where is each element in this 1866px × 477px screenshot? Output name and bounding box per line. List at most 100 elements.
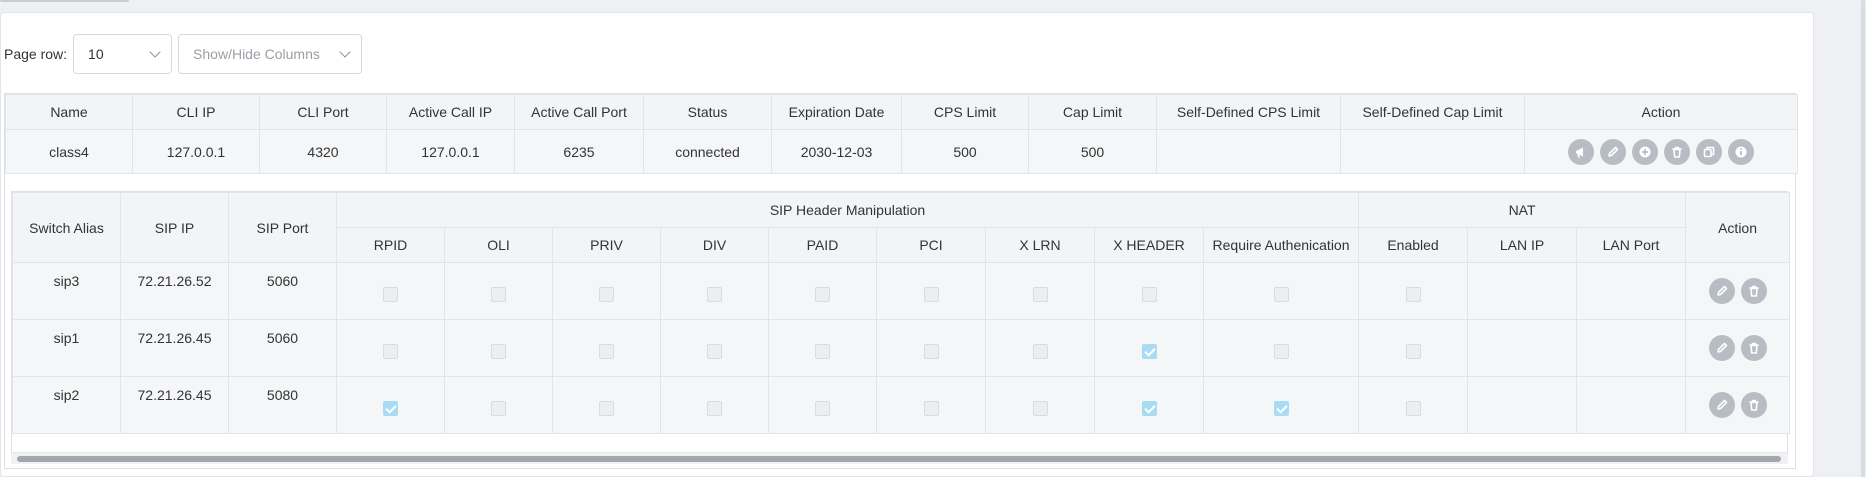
- page-row-select[interactable]: 10: [73, 34, 173, 74]
- cell-lan-port: [1576, 319, 1687, 377]
- cell-x-lrn: [985, 262, 1095, 320]
- pci-checkbox[interactable]: [923, 286, 939, 302]
- cell-pci: [876, 262, 986, 320]
- table-row: sip2 72.21.26.45 5080: [12, 376, 1791, 434]
- x-lrn-checkbox[interactable]: [1032, 343, 1048, 359]
- cell-cps-limit: 500: [901, 129, 1029, 174]
- cell-expiration-date: 2030-12-03: [771, 129, 902, 174]
- col-div: DIV: [660, 227, 769, 263]
- div-checkbox[interactable]: [707, 286, 722, 302]
- require-authenication-checkbox[interactable]: [1273, 400, 1289, 416]
- cell-status: connected: [643, 129, 772, 174]
- table-toolbar: Page row: 10 Show/Hide Columns: [4, 34, 363, 74]
- cell-priv: [552, 376, 661, 434]
- nat-enabled-checkbox[interactable]: [1405, 286, 1421, 302]
- priv-checkbox[interactable]: [599, 400, 614, 416]
- page-scrollbar-thumb[interactable]: [1861, 0, 1865, 477]
- col-x-header: X HEADER: [1094, 227, 1204, 263]
- show-hide-columns-select[interactable]: Show/Hide Columns: [178, 34, 363, 74]
- cell-oli: [444, 376, 553, 434]
- cell-sip-ip: 72.21.26.45: [120, 319, 229, 377]
- x-header-checkbox[interactable]: [1141, 343, 1157, 359]
- col-pci: PCI: [876, 227, 986, 263]
- cell-oli: [444, 262, 553, 320]
- require-authenication-checkbox[interactable]: [1273, 286, 1289, 302]
- col-rpid: RPID: [336, 227, 445, 263]
- cell-sip-port: 5060: [228, 319, 337, 377]
- x-header-checkbox[interactable]: [1141, 286, 1157, 302]
- pencil-button[interactable]: [1708, 392, 1735, 418]
- cell-pci: [876, 319, 986, 377]
- plus-circle-button[interactable]: [1632, 138, 1658, 165]
- col-require-authenication: Require Authenication: [1202, 227, 1360, 263]
- cell-require-authenication: [1202, 262, 1360, 320]
- copy-button[interactable]: [1696, 138, 1722, 165]
- paid-checkbox[interactable]: [815, 400, 830, 416]
- oli-checkbox[interactable]: [491, 286, 506, 302]
- cell-oli: [444, 319, 553, 377]
- pencil-button[interactable]: [1600, 138, 1626, 165]
- trash-button[interactable]: [1740, 392, 1767, 418]
- trunk-table: Name CLI IP CLI Port Active Call IP Active C…: [5, 94, 1798, 174]
- col-self-defined-cps-limit: Self-Defined CPS Limit: [1156, 94, 1341, 130]
- oli-checkbox[interactable]: [491, 400, 506, 416]
- rpid-checkbox[interactable]: [383, 400, 398, 416]
- megaphone-button[interactable]: [1568, 138, 1594, 165]
- paid-checkbox[interactable]: [815, 286, 830, 302]
- paid-checkbox[interactable]: [815, 343, 830, 359]
- x-lrn-checkbox[interactable]: [1032, 286, 1048, 302]
- horizontal-scrollbar-thumb[interactable]: [17, 456, 1781, 462]
- pci-checkbox[interactable]: [923, 343, 939, 359]
- rpid-checkbox[interactable]: [383, 286, 398, 302]
- trash-button[interactable]: [1740, 278, 1767, 304]
- oli-checkbox[interactable]: [491, 343, 506, 359]
- switch-table: Switch Alias SIP IP SIP Port SIP Header …: [12, 192, 1791, 434]
- col-active-call-ip: Active Call IP: [386, 94, 515, 130]
- top-tab[interactable]: [0, 0, 129, 2]
- x-lrn-checkbox[interactable]: [1032, 400, 1048, 416]
- cell-lan-ip: [1467, 319, 1578, 377]
- cell-switch-alias: sip2: [12, 376, 121, 434]
- content-card: Page row: 10 Show/Hide Columns Name CLI I…: [0, 12, 1814, 477]
- priv-checkbox[interactable]: [599, 286, 614, 302]
- col-switch-alias: Switch Alias: [12, 192, 121, 263]
- cell-div: [660, 262, 769, 320]
- nat-enabled-checkbox[interactable]: [1405, 400, 1421, 416]
- cell-require-authenication: [1202, 376, 1360, 434]
- div-checkbox[interactable]: [707, 343, 722, 359]
- cell-rpid: [336, 376, 445, 434]
- cell-switch-alias: sip1: [12, 319, 121, 377]
- table-row: sip3 72.21.26.52 5060: [12, 262, 1791, 320]
- priv-checkbox[interactable]: [599, 343, 614, 359]
- col-status: Status: [643, 94, 772, 130]
- info-button[interactable]: [1728, 138, 1754, 165]
- cell-priv: [552, 262, 661, 320]
- horizontal-scrollbar[interactable]: [11, 452, 1788, 464]
- require-authenication-checkbox[interactable]: [1273, 343, 1289, 359]
- rpid-checkbox[interactable]: [383, 343, 398, 359]
- trash-button[interactable]: [1664, 138, 1690, 165]
- div-checkbox[interactable]: [707, 400, 722, 416]
- cell-lan-ip: [1467, 376, 1578, 434]
- page-scrollbar[interactable]: [1860, 0, 1866, 477]
- col-active-call-port: Active Call Port: [514, 94, 644, 130]
- cell-div: [660, 319, 769, 377]
- col-self-defined-cap-limit: Self-Defined Cap Limit: [1340, 94, 1525, 130]
- cell-priv: [552, 319, 661, 377]
- col-nat-lan-ip: LAN IP: [1467, 227, 1578, 263]
- cell-sip-port: 5060: [228, 262, 337, 320]
- col-group-nat: NAT: [1358, 192, 1687, 228]
- cell-action: [1685, 262, 1791, 320]
- cell-active-call-ip: 127.0.0.1: [386, 129, 515, 174]
- cell-action: [1685, 319, 1791, 377]
- nat-enabled-checkbox[interactable]: [1405, 343, 1421, 359]
- col-priv: PRIV: [552, 227, 661, 263]
- cell-name: class4: [5, 129, 133, 174]
- trash-button[interactable]: [1740, 335, 1767, 361]
- cell-x-lrn: [985, 376, 1095, 434]
- x-header-checkbox[interactable]: [1141, 400, 1157, 416]
- cell-self-defined-cap-limit: [1340, 129, 1525, 174]
- pencil-button[interactable]: [1708, 335, 1735, 361]
- pencil-button[interactable]: [1708, 278, 1735, 304]
- pci-checkbox[interactable]: [923, 400, 939, 416]
